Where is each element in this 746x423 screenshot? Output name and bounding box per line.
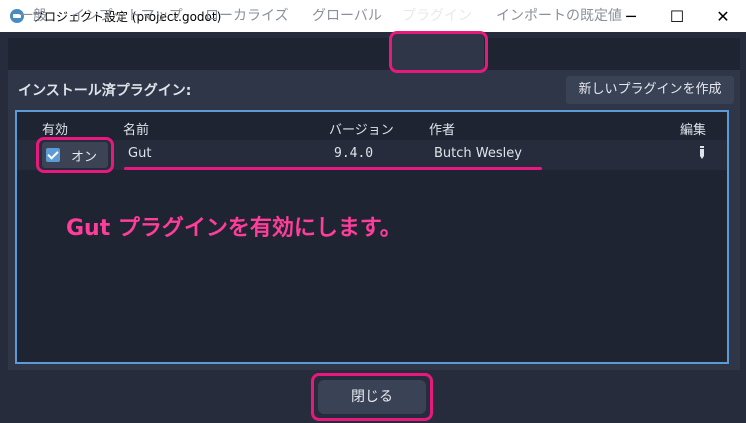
plugin-name: Gut [128, 146, 152, 161]
maximize-button[interactable]: ☐ [654, 0, 700, 32]
installed-plugins-title: インストール済プラグイン: [18, 83, 192, 99]
tab-globals[interactable]: グローバル [312, 0, 382, 32]
plugin-row-underline [124, 167, 542, 170]
column-enabled: 有効 [42, 123, 69, 138]
plugin-author: Butch Wesley [434, 146, 522, 161]
plugins-tab-highlight [389, 31, 488, 73]
column-name: 名前 [123, 123, 150, 138]
enable-toggle-highlight [36, 137, 114, 173]
settings-tabbar [8, 38, 740, 70]
plugin-version: 9.4.0 [334, 146, 374, 161]
close-window-button[interactable]: ✕ [700, 0, 746, 32]
tab-input-map[interactable]: インプットマップ [71, 0, 183, 32]
close-button-highlight [311, 373, 433, 421]
close-icon: ✕ [716, 6, 730, 26]
edit-pencil-icon[interactable] [699, 146, 705, 159]
tab-general[interactable]: 一般 [19, 0, 47, 32]
tab-localization[interactable]: ローカライズ [205, 0, 289, 32]
column-version: バージョン [329, 123, 394, 138]
annotation-text: Gut プラグインを有効にします。 [66, 216, 402, 241]
create-plugin-button[interactable]: 新しいプラグインを作成 [566, 76, 734, 104]
minimize-icon: ─ [626, 6, 636, 26]
column-edit: 編集 [680, 123, 707, 138]
tab-import-defaults[interactable]: インポートの既定値 [496, 0, 622, 32]
column-author: 作者 [429, 123, 456, 138]
tab-plugins[interactable]: プラグイン [402, 0, 472, 32]
maximize-icon: ☐ [669, 6, 685, 26]
